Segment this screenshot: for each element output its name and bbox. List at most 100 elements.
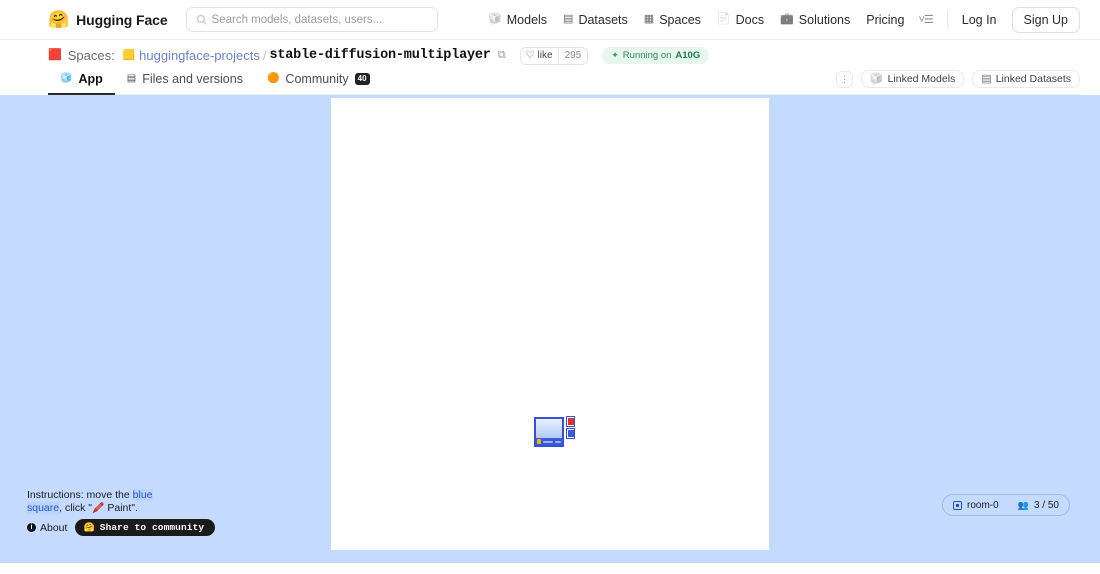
- community-count-badge: 40: [355, 73, 370, 85]
- space-name: stable-diffusion-multiplayer: [269, 48, 490, 63]
- room-selector[interactable]: room-0: [953, 500, 999, 511]
- like-count: 295: [558, 48, 588, 64]
- nav-item-solutions-label: Solutions: [799, 13, 850, 27]
- like-label: like: [538, 50, 553, 61]
- search-icon: [196, 14, 207, 25]
- search-input[interactable]: [212, 14, 428, 26]
- people-icon: 👥: [1018, 500, 1029, 511]
- files-icon: ▤: [127, 74, 136, 84]
- runtime-hardware-label: A10G: [675, 50, 700, 61]
- space-header: 🟥 Spaces: 🟨 huggingface-projects / stabl…: [0, 40, 1100, 95]
- nav-divider: [947, 11, 948, 28]
- room-status-pill[interactable]: room-0 👥 3 / 50: [942, 494, 1070, 516]
- square-side-controls: [566, 416, 575, 439]
- runtime-status-badge: ✦ Running on A10G: [602, 47, 709, 64]
- tab-community[interactable]: 🟠 Community 40: [255, 72, 382, 94]
- space-tabs: 🧊 App ▤ Files and versions 🟠 Community 4…: [48, 66, 1080, 95]
- nav-item-solutions[interactable]: 💼 Solutions: [780, 13, 850, 27]
- share-to-community-button[interactable]: 🤗 Share to community: [75, 519, 215, 536]
- models-icon: 🧊: [870, 74, 884, 85]
- copy-icon[interactable]: ⧉: [498, 49, 506, 62]
- log-in-link[interactable]: Log In: [962, 13, 997, 27]
- tab-app[interactable]: 🧊 App: [48, 72, 115, 94]
- brand-name-label: Hugging Face: [76, 12, 167, 28]
- hf-top-navbar: 🤗 Hugging Face 🧊 Models ▤ Datasets ▦ Spa…: [0, 0, 1100, 40]
- primary-nav-links: 🧊 Models ▤ Datasets ▦ Spaces 📄 Docs 💼 So…: [488, 13, 904, 27]
- runtime-status-text: Running on: [623, 50, 672, 61]
- docs-icon: 📄: [717, 14, 731, 25]
- tab-files-and-versions[interactable]: ▤ Files and versions: [115, 72, 255, 94]
- share-label: Share to community: [100, 522, 204, 533]
- linked-models-label: Linked Models: [888, 73, 956, 85]
- linked-models-button[interactable]: 🧊 Linked Models: [861, 70, 964, 88]
- crayon-icon: 🖍️: [92, 503, 104, 514]
- spark-icon: ✦: [611, 50, 619, 61]
- spaces-grid-icon: 🟥: [48, 50, 62, 61]
- solutions-icon: 💼: [780, 14, 794, 25]
- info-icon: i: [27, 523, 36, 532]
- about-button[interactable]: i About: [27, 522, 67, 534]
- room-name-label: room-0: [967, 500, 999, 511]
- nav-item-datasets[interactable]: ▤ Datasets: [563, 13, 628, 27]
- hugging-face-emoji-icon: 🤗: [83, 523, 94, 533]
- datasets-icon: ▤: [563, 14, 573, 25]
- sign-up-button[interactable]: Sign Up: [1012, 7, 1080, 33]
- tab-community-label: Community: [285, 72, 348, 86]
- tab-actions: ⋮ 🧊 Linked Models ▤ Linked Datasets: [836, 70, 1080, 94]
- linked-datasets-label: Linked Datasets: [996, 73, 1071, 85]
- community-icon: 🟠: [267, 74, 279, 84]
- stage-bottom-left-actions: i About 🤗 Share to community: [27, 519, 215, 536]
- like-group: ♡ like 295: [520, 47, 589, 65]
- about-label: About: [40, 522, 67, 534]
- square-color-swatch-blue[interactable]: [566, 428, 575, 439]
- spaces-icon: ▦: [644, 14, 654, 25]
- instructions-suffix: ".: [131, 502, 138, 514]
- blue-swatch-icon: [568, 430, 574, 437]
- linked-datasets-button[interactable]: ▤ Linked Datasets: [972, 70, 1080, 88]
- square-label-bar: [555, 441, 561, 443]
- red-swatch-icon: [568, 418, 574, 425]
- breadcrumb-owner-link[interactable]: huggingface-projects: [139, 48, 260, 63]
- room-select-dot-icon: [956, 504, 959, 507]
- instructions-middle: , click ": [59, 502, 92, 514]
- nav-item-pricing-label: Pricing: [866, 13, 904, 27]
- paint-canvas[interactable]: [331, 98, 769, 550]
- tab-files-label: Files and versions: [142, 72, 243, 86]
- breadcrumb-separator: /: [263, 48, 267, 63]
- app-icon: 🧊: [60, 74, 72, 84]
- search-box[interactable]: [186, 7, 438, 32]
- nav-item-spaces[interactable]: ▦ Spaces: [644, 13, 701, 27]
- hugging-face-emoji-icon: 🤗: [48, 11, 69, 28]
- room-occupancy-label: 3 / 50: [1034, 500, 1059, 511]
- models-icon: 🧊: [488, 14, 502, 25]
- nav-item-models-label: Models: [507, 13, 547, 27]
- nav-item-docs-label: Docs: [736, 13, 764, 27]
- kebab-menu-icon[interactable]: ⋮: [836, 71, 853, 88]
- datasets-icon: ▤: [981, 74, 991, 85]
- nav-item-pricing[interactable]: Pricing: [866, 13, 904, 27]
- square-user-label: [536, 438, 562, 445]
- hf-brand-home-link[interactable]: 🤗 Hugging Face: [48, 11, 168, 28]
- tab-app-label: App: [78, 72, 102, 86]
- nav-item-docs[interactable]: 📄 Docs: [717, 13, 764, 27]
- breadcrumb: 🟥 Spaces: 🟨 huggingface-projects / stabl…: [48, 40, 1080, 66]
- room-select-icon: [953, 501, 962, 510]
- heart-icon: ♡: [526, 50, 535, 61]
- square-label-avatar-icon: [537, 439, 541, 444]
- instructions-prefix: Instructions: move the: [27, 489, 133, 501]
- square-color-swatch-red[interactable]: [566, 416, 575, 427]
- draggable-blue-square[interactable]: [534, 417, 564, 447]
- square-label-bar: [543, 441, 553, 443]
- breadcrumb-section-label: Spaces:: [68, 48, 115, 63]
- instructions-text: Instructions: move the blue square, clic…: [27, 489, 187, 516]
- room-occupancy: 👥 3 / 50: [1018, 500, 1059, 511]
- nav-right-group: 🧊 Models ▤ Datasets ▦ Spaces 📄 Docs 💼 So…: [488, 7, 1080, 33]
- nav-item-datasets-label: Datasets: [578, 13, 627, 27]
- menu-list-icon[interactable]: ˅☰: [918, 13, 932, 26]
- like-button[interactable]: ♡ like: [521, 48, 558, 64]
- nav-item-models[interactable]: 🧊 Models: [488, 13, 547, 27]
- draggable-square-group: [534, 417, 564, 447]
- space-app-stage: Instructions: move the blue square, clic…: [0, 95, 1100, 563]
- nav-item-spaces-label: Spaces: [659, 13, 701, 27]
- org-avatar-icon: 🟨: [123, 50, 135, 61]
